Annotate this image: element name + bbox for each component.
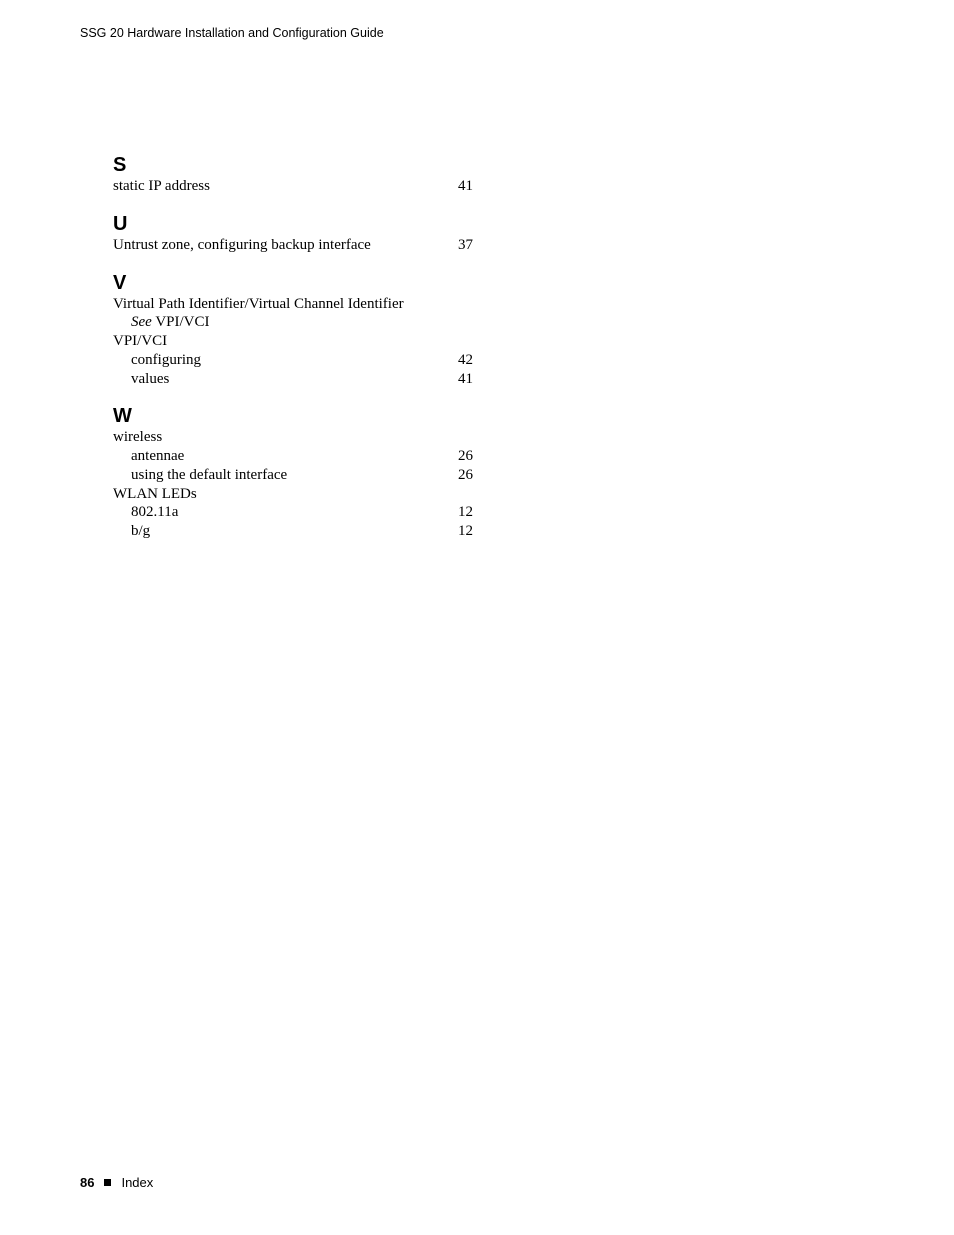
index-content: S static IP address 41 U Untrust zone, c… [113,155,473,559]
index-section-u: U Untrust zone, configuring backup inter… [113,214,473,255]
index-entry-label: configuring [131,351,201,370]
index-entry-label: b/g [131,522,150,541]
index-entry-page: 41 [458,370,473,389]
index-entry-page: 26 [458,466,473,485]
index-entry: wireless [113,428,473,447]
index-letter: V [113,273,473,293]
square-bullet-icon [104,1179,111,1186]
page-number: 86 [80,1175,94,1190]
index-subentry: antennae 26 [113,447,473,466]
index-letter: W [113,406,473,426]
see-prefix: See [131,314,152,330]
page: SSG 20 Hardware Installation and Configu… [0,0,954,1235]
index-entry: WLAN LEDs [113,485,473,504]
index-section-w: W wireless antennae 26 using the default… [113,406,473,541]
see-target: VPI/VCI [155,314,209,330]
index-entry: Untrust zone, configuring backup interfa… [113,236,473,255]
index-subentry: 802.11a 12 [113,503,473,522]
index-entry-label: static IP address [113,177,210,196]
index-entry-page: 42 [458,351,473,370]
index-entry: static IP address 41 [113,177,473,196]
index-entry-page: 37 [458,236,473,255]
index-subentry: values 41 [113,370,473,389]
index-entry: VPI/VCI [113,332,473,351]
index-entry-page: 12 [458,503,473,522]
index-section-v: V Virtual Path Identifier/Virtual Channe… [113,273,473,389]
index-entry: Virtual Path Identifier/Virtual Channel … [113,295,473,314]
index-entry-label: Untrust zone, configuring backup interfa… [113,236,371,255]
index-subentry: b/g 12 [113,522,473,541]
index-subentry: configuring 42 [113,351,473,370]
index-see-entry: See VPI/VCI [113,313,473,332]
index-entry-page: 41 [458,177,473,196]
index-entry-label: using the default interface [131,466,287,485]
index-subentry: using the default interface 26 [113,466,473,485]
index-entry-page: 12 [458,522,473,541]
page-footer: 86 Index [80,1175,153,1190]
running-head: SSG 20 Hardware Installation and Configu… [80,26,384,40]
index-entry-label: 802.11a [131,503,178,522]
footer-section-label: Index [121,1175,153,1190]
index-entry-page: 26 [458,447,473,466]
index-entry-label: antennae [131,447,184,466]
index-letter: U [113,214,473,234]
index-section-s: S static IP address 41 [113,155,473,196]
index-entry-label: values [131,370,169,389]
index-letter: S [113,155,473,175]
